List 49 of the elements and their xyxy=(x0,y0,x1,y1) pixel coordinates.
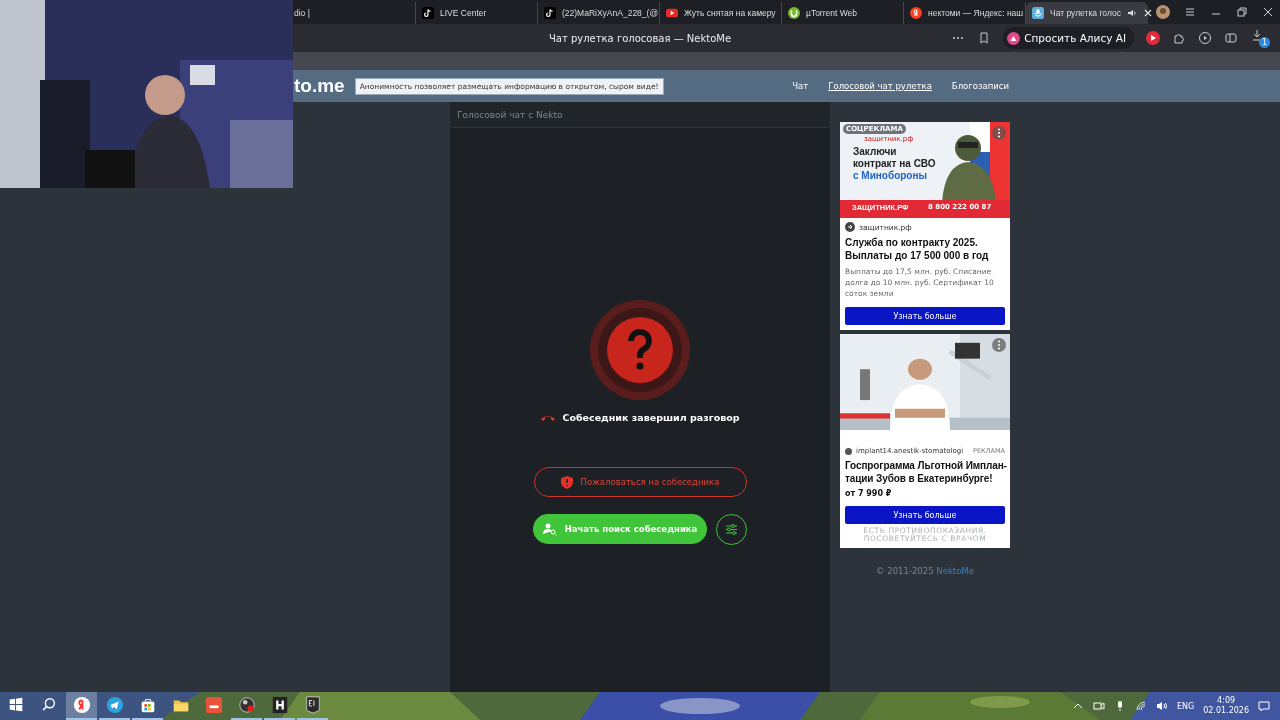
app-icon xyxy=(303,696,322,714)
sliders-icon xyxy=(725,523,738,536)
torrent-icon xyxy=(788,7,800,19)
close-icon[interactable] xyxy=(1142,8,1153,18)
chat-panel-title: Голосовой чат с Nekto xyxy=(450,102,830,128)
puzzle-icon[interactable] xyxy=(1172,31,1186,45)
ad-title: Госпрограмма Льготной Имплан- тации Зубов в Екатеринбурге! xyxy=(845,459,1005,485)
speaker-icon xyxy=(1126,8,1137,18)
banner-headline: Заключи контракт на СВО с Минобороны xyxy=(853,146,936,182)
nav-link[interactable]: Голосовой чат рулетка xyxy=(828,81,932,91)
ad-title: Служба по контракту 2025. Выплаты до 17 500 000 в год xyxy=(845,236,990,262)
learn-more-button[interactable]: Узнать больше xyxy=(845,506,1005,524)
network-icon[interactable] xyxy=(1134,700,1147,712)
play-icon[interactable] xyxy=(1146,31,1160,45)
play-icon xyxy=(666,7,678,19)
camera-icon[interactable] xyxy=(1092,700,1105,712)
clock[interactable]: 4:09 02.01.2026 xyxy=(1203,696,1249,716)
app-icon xyxy=(105,696,124,714)
music-note-icon xyxy=(422,7,434,19)
more-icon[interactable] xyxy=(992,338,1006,352)
nav-link[interactable]: Чат xyxy=(792,81,809,91)
sidebar-icon[interactable] xyxy=(1224,31,1238,45)
app-icon xyxy=(72,696,91,714)
app-icon xyxy=(237,696,256,714)
music-note-icon xyxy=(544,7,556,19)
shield-icon xyxy=(560,475,573,489)
ad-card[interactable] xyxy=(840,122,1010,330)
video-play-icon[interactable] xyxy=(1198,31,1212,45)
call-status: Собеседник завершил разговор xyxy=(562,412,740,423)
learn-more-button[interactable]: Узнать больше xyxy=(845,307,1005,325)
profile-avatar-icon[interactable] xyxy=(1156,5,1170,19)
alice-button[interactable]: Спросить Алису AI xyxy=(1003,27,1134,49)
ad-price: от 7 990 ₽ xyxy=(845,489,893,498)
more-icon[interactable] xyxy=(992,126,1006,140)
speaker-icon[interactable] xyxy=(1155,700,1168,712)
page-title: Чат рулетка голосовая — NektoMe xyxy=(548,32,732,44)
nav-link[interactable]: Блогозаписи xyxy=(951,81,1009,91)
arrow-icon xyxy=(845,222,855,232)
close-icon[interactable] xyxy=(1262,6,1274,18)
site-logo[interactable]: to.me xyxy=(294,75,345,97)
user-search-icon xyxy=(542,522,557,536)
language-indicator[interactable]: ENG xyxy=(1176,701,1195,711)
notification-icon[interactable] xyxy=(1258,700,1270,712)
copyright-text: © 2011-2025 xyxy=(876,566,935,576)
menu-icon[interactable] xyxy=(1184,6,1196,18)
restore-icon[interactable] xyxy=(1236,6,1248,18)
yandex-icon xyxy=(910,7,922,19)
microphone-icon xyxy=(1032,7,1044,19)
site-icon xyxy=(845,447,852,455)
